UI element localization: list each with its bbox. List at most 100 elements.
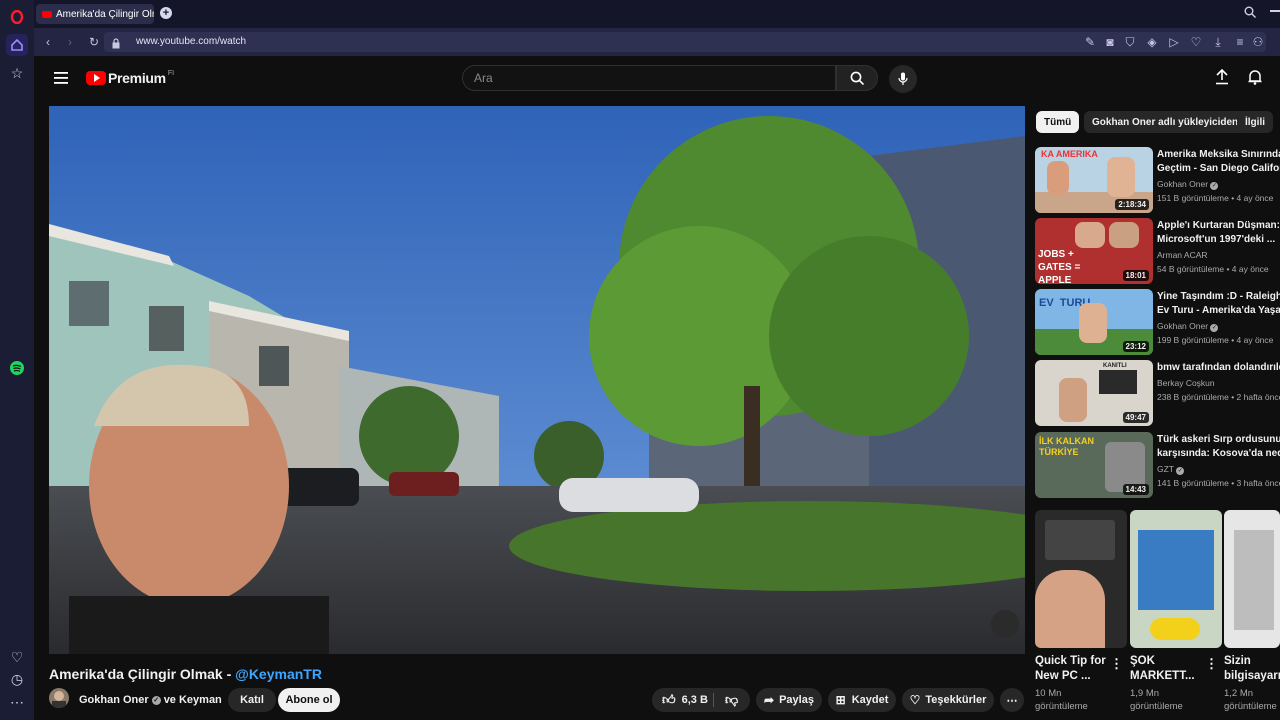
save-label: Kaydet xyxy=(851,694,889,706)
chip-all[interactable]: Tümü xyxy=(1036,111,1080,133)
short-title[interactable]: ŞOK MARKETT... xyxy=(1130,654,1195,684)
new-tab-button[interactable]: + xyxy=(160,7,172,19)
like-count[interactable]: 6,3 B xyxy=(682,694,708,706)
verified-icon: ✓ xyxy=(1176,467,1185,475)
recommendation-item[interactable]: İLK KALKAN TÜRKİYE 14:43 Türk askeri Sır… xyxy=(1035,432,1280,500)
video-duration: 14:43 xyxy=(1122,484,1149,495)
short-views-count: 10 Mn xyxy=(1035,688,1062,699)
short-title[interactable]: Quick Tip for New PC ... xyxy=(1035,654,1106,684)
short-title-line-1: Quick Tip for xyxy=(1035,655,1106,667)
back-icon[interactable]: ‹ xyxy=(40,34,56,50)
video-thumbnail: KA AMERIKA 2:18:34 xyxy=(1035,147,1153,213)
edit-icon[interactable]: ✎ xyxy=(1082,34,1098,50)
video-stats: 54 B görüntüleme • 4 ay önce xyxy=(1157,264,1269,274)
account-icon[interactable]: ⚇ xyxy=(1250,34,1266,50)
video-thumbnail: EV TURU 23:12 xyxy=(1035,289,1153,355)
save-button[interactable]: ⊞ Kaydet xyxy=(828,688,896,712)
chip-related[interactable]: İlgili xyxy=(1237,111,1273,133)
recommendation-item[interactable]: KA AMERIKA 2:18:34 Amerika Meksika Sınır… xyxy=(1035,147,1280,215)
short-more-icon[interactable]: ⋮ xyxy=(1205,656,1218,672)
search-button[interactable] xyxy=(836,65,878,91)
download-icon[interactable]: ⤓ xyxy=(1210,34,1226,50)
logo-country: FI xyxy=(167,69,175,77)
tab-active[interactable]: Amerika'da Çilingir Olmak xyxy=(36,4,154,24)
camera-icon[interactable]: ◙ xyxy=(1102,34,1118,50)
tab-search-icon[interactable] xyxy=(1244,6,1256,21)
short-thumbnail[interactable] xyxy=(1035,510,1127,648)
player-icon[interactable]: ▷ xyxy=(1166,34,1182,50)
url-field[interactable]: www.youtube.com/watch ✎ ◙ ⛉ ◈ ▷ ♡ ⤓ ≡ ⚇ xyxy=(104,32,1266,52)
recommendation-item[interactable]: JOBS + GATES = APPLE 18:01 Apple'ı Kurta… xyxy=(1035,218,1280,286)
video-player[interactable] xyxy=(49,106,1025,654)
share-button[interactable]: ➦ Paylaş xyxy=(756,688,822,712)
recommendation-item[interactable]: KANITLI 49:47 bmw tarafından dolandırıld… xyxy=(1035,360,1280,428)
video-title-line-1: bmw tarafından dolandırıldı xyxy=(1157,362,1280,373)
like-icon[interactable]: 👍︎ xyxy=(662,692,676,708)
video-stats: 238 B görüntüleme • 2 hafta önce xyxy=(1157,392,1280,402)
video-title-line-1: Amerika Meksika Sınırından xyxy=(1157,149,1280,160)
youtube-favicon-icon xyxy=(42,10,52,18)
chip-from-uploader[interactable]: Gokhan Oner adlı yükleyiciden xyxy=(1084,111,1247,133)
youtube-header: Premium FI Ara xyxy=(34,56,1280,100)
channel-text: Gokhan Oner xyxy=(1157,321,1209,331)
youtube-premium-logo[interactable]: Premium FI xyxy=(86,70,174,86)
channel-and-collaborator: ve Keyman xyxy=(163,694,222,706)
share-icon: ➦ xyxy=(764,693,775,707)
more-icon[interactable]: ⋯ xyxy=(6,691,28,713)
tab-bar: Amerika'da Çilingir Olmak + xyxy=(34,0,1280,28)
spotify-icon[interactable] xyxy=(6,357,28,379)
logo-text: Premium xyxy=(108,70,166,86)
short-thumbnail[interactable] xyxy=(1130,510,1222,648)
reload-icon[interactable]: ↻ xyxy=(86,34,102,50)
adblock-shield-icon[interactable]: ⛉ xyxy=(1122,34,1138,50)
short-title-line-1: ŞOK xyxy=(1130,655,1155,667)
more-actions-button[interactable]: ⋯ xyxy=(1000,688,1024,712)
bookmark-heart-icon[interactable]: ♡ xyxy=(1188,34,1204,50)
short-more-icon[interactable]: ⋮ xyxy=(1110,656,1123,672)
video-title-line-2: Ev Turu - Amerika'da Yaşam xyxy=(1157,305,1280,316)
short-views-label: görüntüleme xyxy=(1224,701,1277,712)
short-thumbnail[interactable] xyxy=(1224,510,1280,648)
minimize-icon[interactable] xyxy=(1270,10,1280,12)
search-input[interactable]: Ara xyxy=(462,65,836,91)
thanks-label: Teşekkürler xyxy=(925,694,987,706)
short-views: 1,9 Mn görüntüleme xyxy=(1130,687,1183,713)
channel-name-row[interactable]: Gokhan Oner ✓ ve Keyman xyxy=(79,694,222,706)
home-icon[interactable] xyxy=(6,34,28,56)
thanks-button[interactable]: ♡ Teşekkürler xyxy=(902,688,994,712)
upload-icon[interactable] xyxy=(1215,68,1229,90)
dislike-icon[interactable]: 👎︎ xyxy=(725,692,738,708)
video-duration: 2:18:34 xyxy=(1115,199,1149,210)
more-horizontal-icon: ⋯ xyxy=(1006,694,1018,707)
join-button[interactable]: Katıl xyxy=(228,688,276,712)
subscribe-button[interactable]: Abone ol xyxy=(278,688,340,712)
video-title-line-2: karşısında: Kosova'da neder xyxy=(1157,448,1280,459)
video-thumbnail: JOBS + GATES = APPLE 18:01 xyxy=(1035,218,1153,284)
short-title[interactable]: Sizin bilgisayarın xyxy=(1224,654,1280,684)
channel-avatar[interactable] xyxy=(49,688,69,708)
video-title-mention-link[interactable]: @KeymanTR xyxy=(235,666,322,682)
video-title-text: Amerika'da Çilingir Olmak - xyxy=(49,666,236,682)
voice-search-button[interactable] xyxy=(889,65,917,93)
video-stats: 141 B görüntüleme • 3 hafta önce xyxy=(1157,478,1280,488)
short-views: 10 Mn görüntüleme xyxy=(1035,687,1088,713)
history-clock-icon[interactable]: ◷ xyxy=(6,668,28,690)
video-stats: 151 B görüntüleme • 4 ay önce xyxy=(1157,193,1274,203)
like-dislike-group: 👍︎ 6,3 B 👎︎ xyxy=(652,688,750,712)
tab-title: Amerika'da Çilingir Olmak xyxy=(56,8,154,20)
video-title-line-1: Türk askeri Sırp ordusunun xyxy=(1157,434,1280,445)
video-title-line-2: Geçtim - San Diego Californ xyxy=(1157,163,1280,174)
recommendation-item[interactable]: EV TURU 23:12 Yine Taşındım :D - Raleigh… xyxy=(1035,289,1280,357)
video-title-line-1: Apple'ı Kurtaran Düşman: xyxy=(1157,220,1280,231)
heart-icon[interactable]: ♡ xyxy=(6,646,28,668)
opera-logo-icon[interactable] xyxy=(6,6,28,28)
forward-icon[interactable]: › xyxy=(62,34,78,50)
notifications-bell-icon[interactable] xyxy=(1248,69,1262,90)
menu-hamburger-icon[interactable] xyxy=(54,71,68,84)
vpn-icon[interactable]: ◈ xyxy=(1144,34,1160,50)
speed-dial-star-icon[interactable]: ☆ xyxy=(6,62,28,84)
easy-setup-icon[interactable]: ≡ xyxy=(1232,34,1248,50)
short-title-line-2: bilgisayarın xyxy=(1224,670,1280,682)
search-placeholder: Ara xyxy=(474,71,493,85)
thumbnail-text: İLK KALKAN TÜRKİYE xyxy=(1039,436,1094,457)
